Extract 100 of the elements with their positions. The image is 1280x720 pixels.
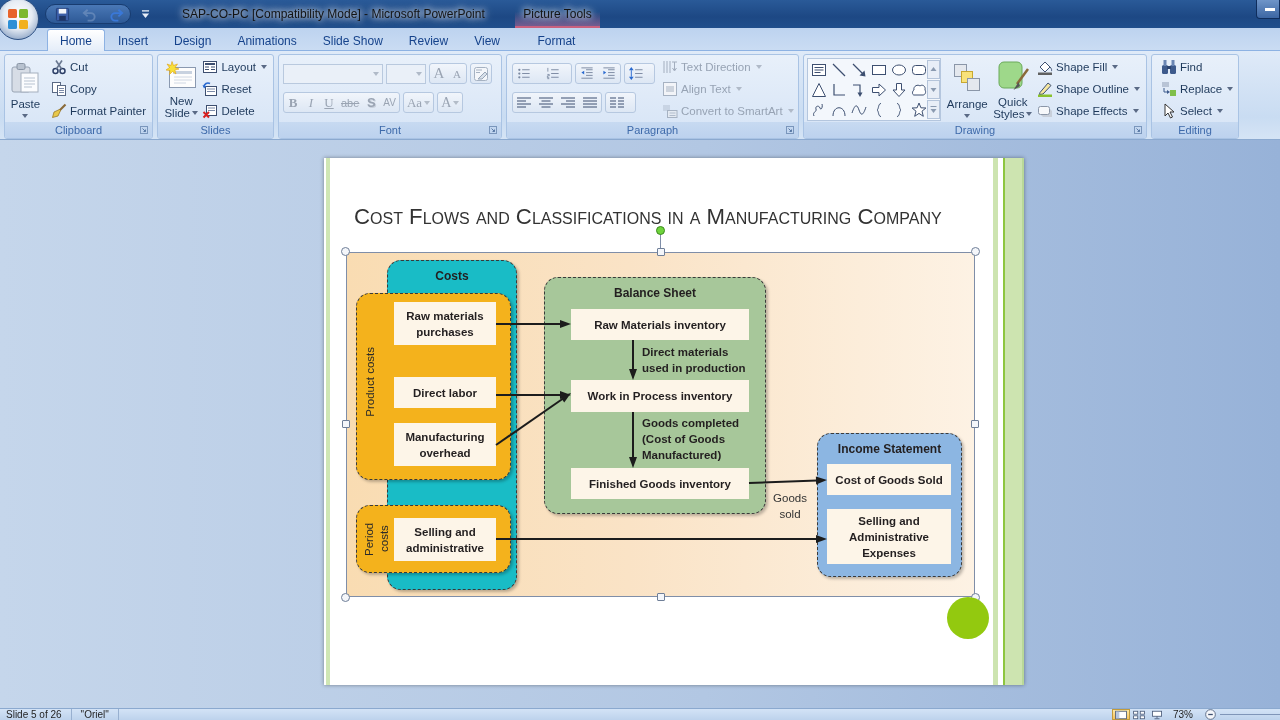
caret-icon [416,71,422,76]
paint-bucket-icon [1037,59,1054,75]
caret-icon [261,65,267,69]
panel-label: Product costs [363,347,377,417]
flow-arrow [629,411,637,468]
ribbon-command[interactable]: Shape Effects [1034,100,1143,122]
ribbon-command[interactable]: Reset [199,78,270,100]
panel-title: Costs [435,269,469,283]
save-icon[interactable] [55,6,70,22]
minimize-button[interactable] [1256,0,1280,19]
group-label: Drawing [954,124,996,136]
caret-icon [964,113,971,118]
ribbon-tab[interactable]: Home [47,29,105,51]
caret-icon [735,87,742,91]
caret-icon [1216,109,1223,113]
layout-icon [202,59,219,75]
copy-icon [50,81,67,97]
shadowed-box-icon [1037,103,1054,119]
brush-tile-icon [996,59,1029,92]
arrange-button[interactable]: Arrange [945,55,990,121]
text-lines-box-icon [662,81,678,97]
ribbon-tab[interactable]: Insert [105,29,162,51]
window-title: SAP-CO-PC [Compatibility Mode] - Microsoft PowerPoint [182,7,486,21]
group-label: Font [379,124,401,136]
rounded-rectangle-icon[interactable] [911,62,927,78]
group-label: Paragraph [626,124,679,136]
ribbon-tab[interactable]: Format [524,29,589,51]
cursor-icon [1161,103,1177,119]
caret-icon [424,100,431,105]
resize-handle[interactable] [971,247,980,256]
arrow-line-icon[interactable] [851,62,867,78]
slide-counter: Slide 5 of 26 [6,709,62,720]
zoom-out-icon[interactable] [1205,709,1216,720]
down-arrow-icon[interactable] [891,82,907,98]
ribbon-command[interactable]: Copy [47,78,149,100]
resize-handle[interactable] [341,247,350,256]
ribbon-tab[interactable]: Review [395,29,462,51]
diagram-node: Selling and administrative [394,518,496,561]
squares-logo-icon [7,8,29,30]
slide-title: Cost Flows and Classifications in a Manufacturing Company [354,207,942,226]
ribbon-command[interactable]: Cut [47,56,149,78]
caret-icon [22,113,29,118]
view-button[interactable] [1130,709,1148,720]
eraser-icon [473,65,489,82]
flow-label: Direct materials used in production [642,345,747,376]
resize-handle[interactable] [341,593,350,602]
resize-handle[interactable] [657,593,665,601]
line-icon[interactable] [831,62,847,78]
pencil-icon [1037,81,1054,97]
caret-icon [1132,109,1139,113]
resize-handle[interactable] [342,420,350,428]
dialog-launcher-icon[interactable] [1134,126,1142,134]
ribbon-command[interactable]: Shape Outline [1034,78,1143,100]
caret-icon [192,111,198,116]
diagram-node: Finished Goods inventory [571,468,749,499]
right-arrow-icon[interactable] [871,82,887,98]
overlapping-boxes-icon [662,103,678,119]
new-slide-button[interactable]: New Slide [163,55,200,121]
ribbon-command[interactable]: Select [1158,100,1237,122]
ribbon-command[interactable]: Shape Fill [1034,56,1143,78]
slide-show-icon [1150,709,1164,720]
group-label: Clipboard [54,124,103,136]
ribbon-command[interactable]: Format Painter [47,100,149,122]
star-icon[interactable] [911,102,927,118]
rotation-handle[interactable] [656,226,665,235]
ribbon-command[interactable]: Find [1158,56,1237,78]
quick-styles-button[interactable]: Quick Styles [991,55,1035,121]
panel-title: Income Statement [837,442,942,456]
ribbon-command[interactable]: Delete [199,100,270,122]
normal-view-icon [1114,709,1128,720]
rectangle-icon[interactable] [871,62,887,78]
slide-star-icon [165,60,198,89]
zoom-level[interactable]: 73% [1173,709,1193,720]
caret-icon [755,65,762,69]
caret-icon [1134,87,1140,91]
ribbon-command[interactable]: Layout [199,56,270,78]
view-button[interactable] [1112,709,1130,720]
ribbon-tab[interactable]: Animations [224,29,310,51]
oval-icon[interactable] [891,62,907,78]
group-label: Slides [200,124,231,136]
resize-handle[interactable] [657,248,665,256]
slide-arrow-icon [202,81,219,97]
flow-label: Goods completed (Cost of Goods Manufactured) [642,416,741,463]
text-box-icon[interactable] [811,62,827,78]
triangle-icon[interactable] [811,82,827,98]
resize-handle[interactable] [971,420,979,428]
ribbon-tab[interactable]: View [461,29,513,51]
curve-icon[interactable] [851,102,867,118]
paste-button[interactable]: Paste [8,55,43,121]
diagram-node: Raw materials purchases [394,302,496,345]
theme-name: "Oriel" [80,709,109,720]
caret-icon [1112,65,1119,69]
caret-icon[interactable] [141,10,150,18]
dialog-launcher-icon[interactable] [786,126,794,134]
diagram-node: Direct labor [394,377,496,408]
ribbon-tab[interactable]: Design [161,29,225,51]
cloud-icon[interactable] [911,82,927,98]
dialog-launcher-icon[interactable] [140,126,148,134]
ribbon-tab[interactable]: Slide Show [309,29,396,51]
ribbon-command[interactable]: Replace [1158,78,1237,100]
